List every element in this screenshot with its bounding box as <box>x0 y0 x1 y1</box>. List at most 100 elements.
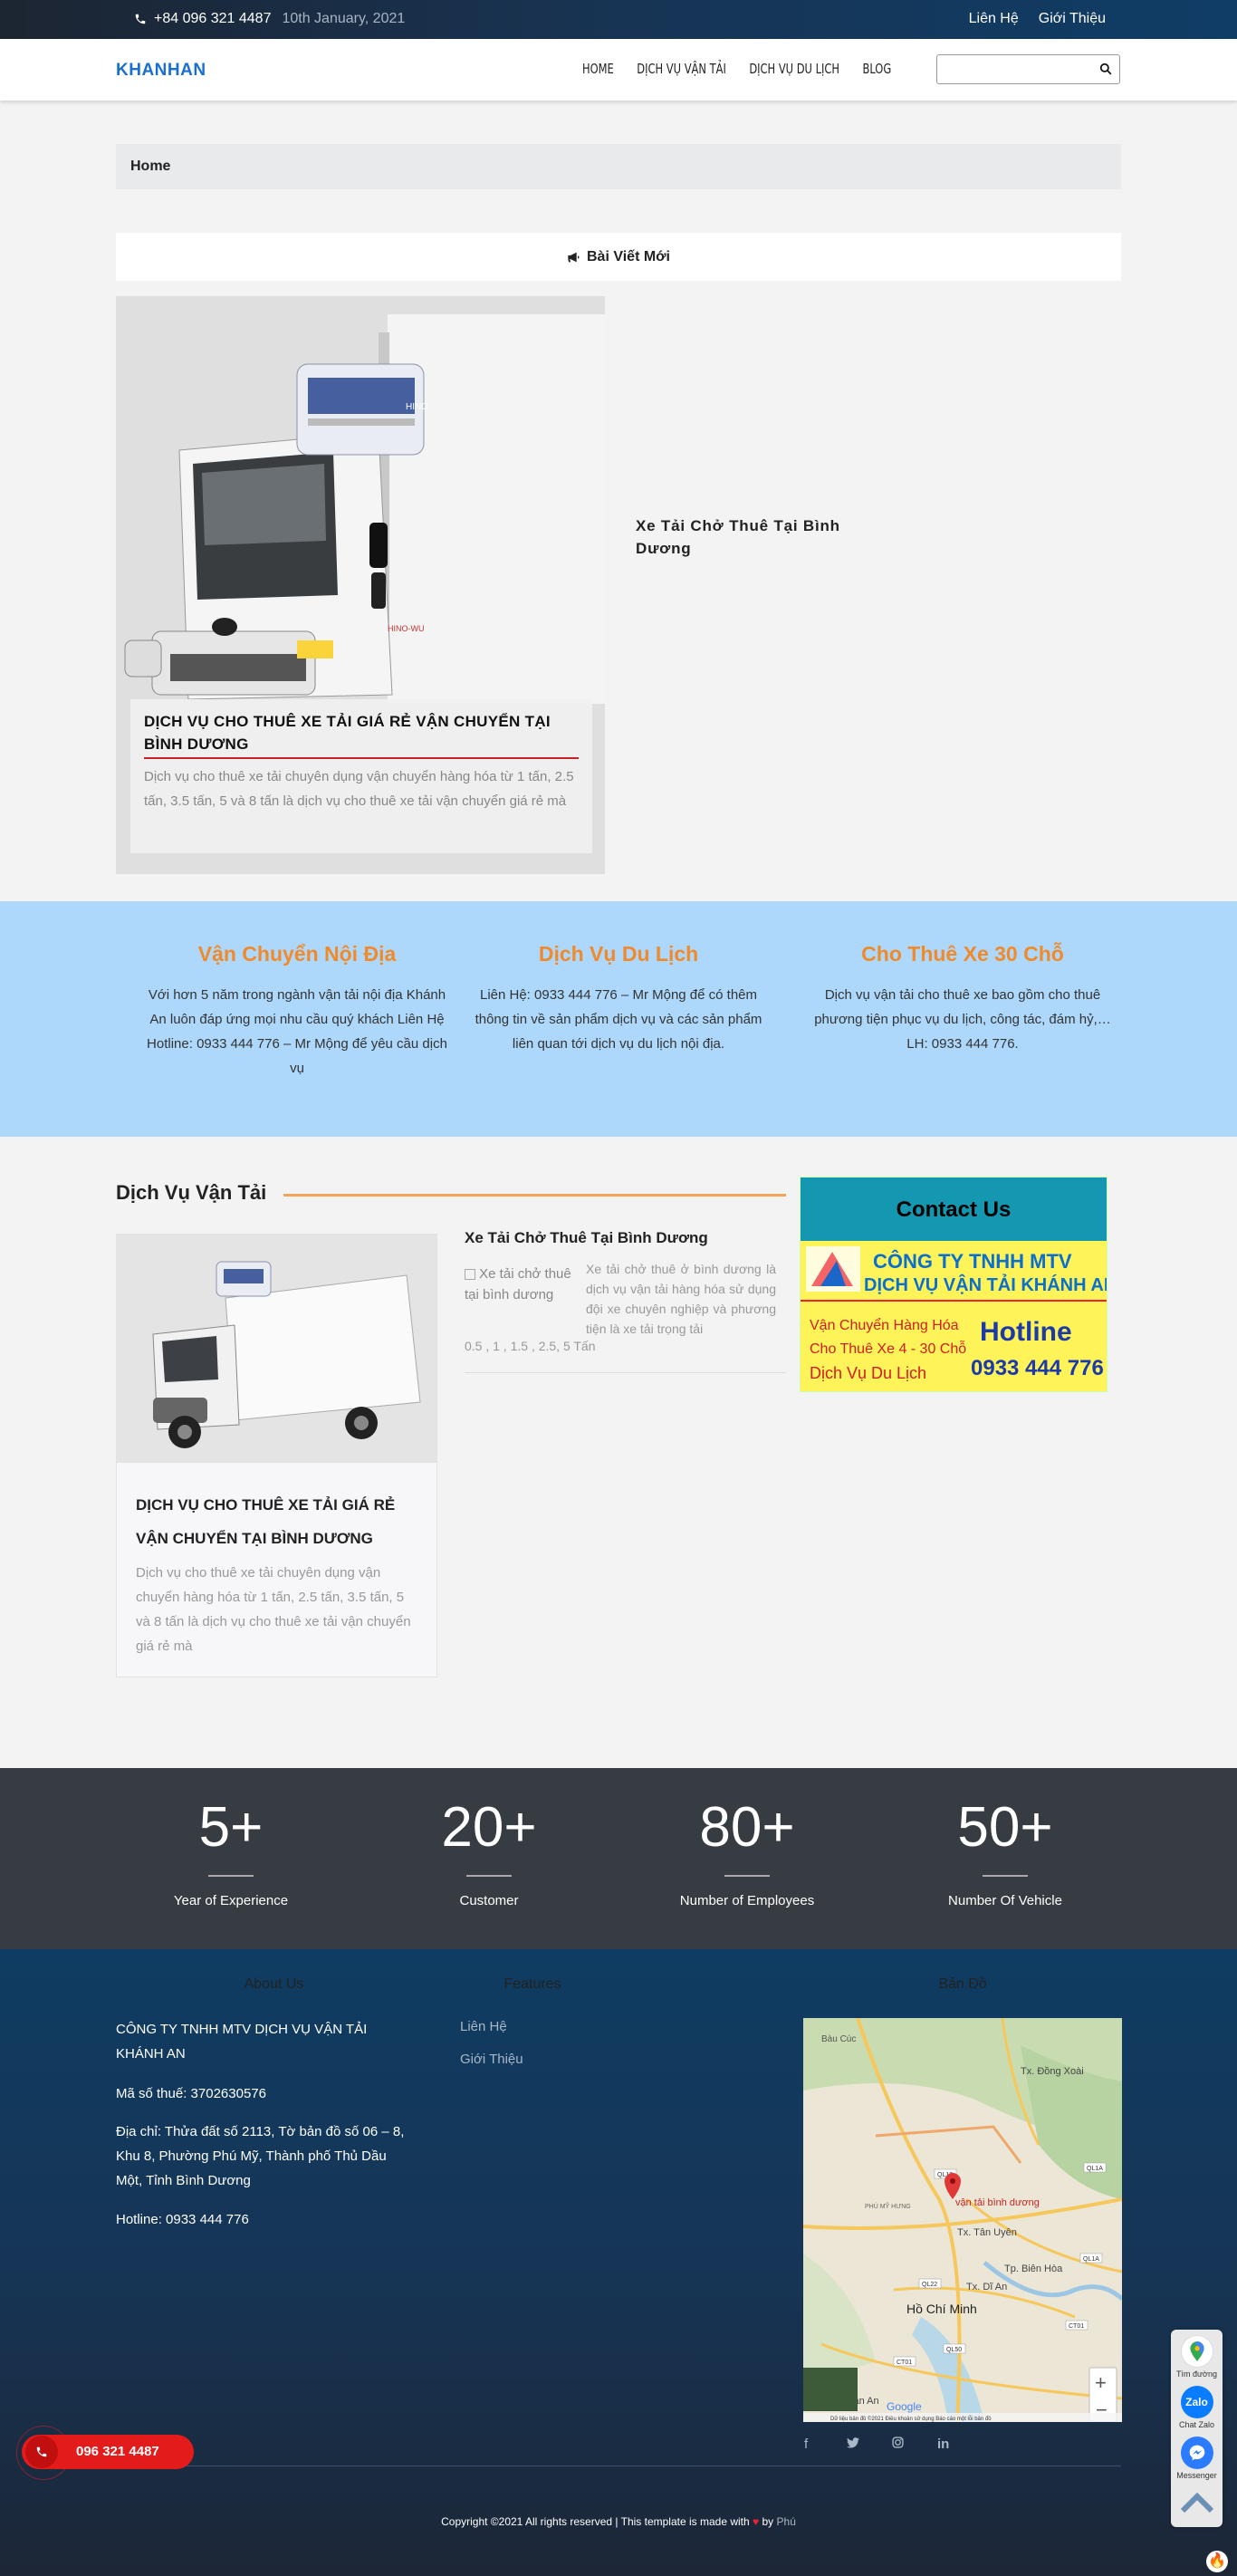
zalo-logo-text: Zalo <box>1185 2396 1208 2408</box>
nav-item-blog[interactable]: BLOG <box>863 61 892 77</box>
topbar-phone[interactable]: +84 096 321 4487 10th January, 2021 <box>134 11 405 27</box>
footer-link-contact[interactable]: Liên Hệ <box>460 2019 507 2034</box>
featured-title[interactable]: DỊCH VỤ CHO THUÊ XE TẢI GIÁ RẺ VẬN CHUYỂ… <box>144 710 579 759</box>
service-text: Dịch vụ vận tải cho thuê xe bao gồm cho … <box>814 987 1111 1052</box>
mini-post-title[interactable]: Xe Tải Chở Thuê Tại Bình Dương <box>465 1229 708 1247</box>
map-label-tanuyen: Tx. Tân Uyên <box>957 2227 1017 2238</box>
chevron-up-icon <box>1180 2492 1213 2514</box>
service-title[interactable]: Dịch Vụ Du Lịch <box>465 942 772 966</box>
mini-post-excerpt-end: 0.5 , 1 , 1.5 , 2.5, 5 Tấn <box>465 1339 596 1353</box>
featured-caption: DỊCH VỤ CHO THUÊ XE TẢI GIÁ RẺ VẬN CHUYỂ… <box>130 699 592 853</box>
linkedin-icon[interactable]: in <box>937 2437 949 2452</box>
svg-text:+: + <box>1095 2371 1107 2394</box>
google-logo: Google <box>887 2400 922 2413</box>
banner-hotline-label: Hotline <box>980 1317 1072 1347</box>
truck-brand: HINO-WU <box>388 624 425 633</box>
search-input[interactable] <box>936 54 1120 84</box>
service-text: Liên Hệ: 0933 444 776 – Mr Mộng để có th… <box>475 987 762 1052</box>
google-map[interactable]: Bàu Cúc Tx. Đồng Xoài PHÚ MỸ HƯNG vận tả… <box>803 2018 1122 2422</box>
maps-button[interactable]: Tìm đường <box>1171 2335 1223 2379</box>
copyright-by: by <box>762 2515 774 2528</box>
zalo-label: Chat Zalo <box>1178 2420 1215 2429</box>
service-text: Với hơn 5 năm trong ngành vận tải nội đị… <box>147 987 447 1076</box>
stat-experience: 5+ Year of Experience <box>95 1792 367 1908</box>
floating-contact-bar: Tìm đường Zalo Chat Zalo Messenger <box>1171 2330 1223 2527</box>
breadcrumb-home[interactable]: Home <box>130 159 170 174</box>
search-icon[interactable] <box>1099 62 1112 80</box>
footer-tax: Mã số thuế: 3702630576 <box>116 2086 266 2101</box>
top-bar: +84 096 321 4487 10th January, 2021 Liên… <box>0 0 1237 39</box>
company-banner: CÔNG TY TNHH MTV DỊCH VỤ VẬN TẢI KHÁNH A… <box>801 1241 1107 1391</box>
messenger-label: Messenger <box>1176 2471 1217 2480</box>
featured-excerpt: Dịch vụ cho thuê xe tải chuyên dụng vận … <box>144 769 574 809</box>
stat-value: 20+ <box>441 1796 537 1859</box>
footer-company: CÔNG TY TNHH MTV DỊCH VỤ VẬN TẢI KHÁNH A… <box>116 2022 368 2062</box>
google-maps-icon <box>1180 2335 1213 2368</box>
scroll-top-button[interactable] <box>1171 2491 1223 2518</box>
mini-post-image[interactable]: Xe tải chở thuê tại bình dương <box>465 1264 578 1336</box>
featured-post[interactable]: HINO HINO-WU DỊCH VỤ CHO THUÊ XE TẢI GIÁ… <box>116 296 605 874</box>
twitter-icon[interactable] <box>847 2437 859 2452</box>
svg-text:HINO: HINO <box>406 402 428 412</box>
site-logo[interactable]: KHANHAN <box>116 61 206 81</box>
main-nav: KHANHAN HOME DỊCH VỤ VẬN TẢI DỊCH VỤ DU … <box>0 39 1237 101</box>
nav-item-travel[interactable]: DỊCH VỤ DU LỊCH <box>749 61 839 77</box>
phone-icon <box>25 2436 58 2468</box>
service-title[interactable]: Vận Chuyển Nội Địa <box>143 942 451 966</box>
service-travel: Dịch Vụ Du Lịch Liên Hệ: 0933 444 776 – … <box>465 942 772 1056</box>
section-divider <box>283 1194 786 1197</box>
stat-label: Number Of Vehicle <box>948 1893 1062 1908</box>
footer-heading-about: About Us <box>244 1976 304 1992</box>
stat-divider <box>983 1875 1028 1877</box>
side-post-link[interactable]: Xe Tải Chở Thuê Tại Bình Dương <box>636 514 853 560</box>
map-road-label: QL50 <box>946 2347 962 2353</box>
nav-menu: HOME DỊCH VỤ VẬN TẢI DỊCH VỤ DU LỊCH BLO… <box>582 61 891 77</box>
banner-service1: Vận Chuyển Hàng Hóa <box>810 1317 959 1333</box>
nav-item-transport[interactable]: DỊCH VỤ VẬN TẢI <box>637 61 726 77</box>
facebook-icon[interactable]: f <box>804 2437 808 2452</box>
map-canvas: Bàu Cúc Tx. Đồng Xoài PHÚ MỸ HƯNG vận tả… <box>803 2018 1122 2422</box>
stat-divider <box>724 1875 770 1877</box>
map-label-dian: Tx. Dĩ An <box>966 2282 1007 2292</box>
footer-heading-map: Bản Đồ <box>938 1976 987 1992</box>
maps-label: Tìm đường <box>1176 2369 1217 2379</box>
post-card-title[interactable]: DỊCH VỤ CHO THUÊ XE TẢI GIÁ RẺ VẬN CHUYỂ… <box>136 1488 421 1555</box>
stat-employees: 80+ Number of Employees <box>611 1792 883 1908</box>
topbar-link-contact[interactable]: Liên Hệ <box>969 11 1019 27</box>
map-label-dongxoai: Tx. Đồng Xoài <box>1021 2066 1084 2077</box>
mini-post-excerpt: Xe tải chở thuê ở bình dương là dịch vụ … <box>586 1262 776 1336</box>
nav-item-home[interactable]: HOME <box>582 61 614 77</box>
map-label-bienhoa: Tp. Biên Hòa <box>1004 2264 1063 2274</box>
post-card-excerpt: Dịch vụ cho thuê xe tải chuyên dụng vận … <box>136 1565 411 1654</box>
zalo-icon: Zalo <box>1180 2386 1213 2418</box>
stat-divider <box>466 1875 512 1877</box>
footer-link-about[interactable]: Giới Thiệu <box>460 2052 523 2067</box>
megaphone-icon <box>568 252 580 262</box>
topbar-link-about[interactable]: Giới Thiệu <box>1039 11 1106 27</box>
stat-value: 50+ <box>957 1796 1053 1859</box>
instagram-icon[interactable] <box>892 2437 904 2452</box>
map-label-baucuc: Bàu Cúc <box>821 2034 856 2044</box>
post-card[interactable]: DỊCH VỤ CHO THUÊ XE TẢI GIÁ RẺ VẬN CHUYỂ… <box>116 1234 437 1677</box>
stat-label: Customer <box>459 1893 519 1908</box>
floating-call-button[interactable]: 096 321 4487 <box>16 2426 194 2480</box>
zalo-button[interactable]: Zalo Chat Zalo <box>1171 2386 1223 2429</box>
mini-post-image-alt: Xe tải chở thuê tại bình dương <box>465 1266 571 1302</box>
fire-icon[interactable]: 🔥 <box>1206 2551 1228 2572</box>
map-road-label: CT01 <box>897 2360 912 2366</box>
messenger-button[interactable]: Messenger <box>1171 2437 1223 2480</box>
service-title[interactable]: Cho Thuê Xe 30 Chỗ <box>809 942 1117 966</box>
new-posts-header: Bài Viết Mới <box>116 233 1121 281</box>
stat-value: 5+ <box>198 1796 264 1859</box>
banner-line2: DỊCH VỤ VẬN TẢI KHÁNH AN <box>864 1274 1107 1295</box>
contact-banner[interactable]: CÔNG TY TNHH MTV DỊCH VỤ VẬN TẢI KHÁNH A… <box>801 1241 1107 1391</box>
heart-icon: ♥ <box>753 2515 760 2528</box>
stat-vehicles: 50+ Number Of Vehicle <box>869 1792 1141 1908</box>
banner-hotline: 0933 444 776 <box>971 1356 1104 1380</box>
footer-hotline: Hotline: 0933 444 776 <box>116 2212 249 2227</box>
contact-widget[interactable]: Contact Us CÔNG TY TNHH MTV DỊCH VỤ VẬN … <box>800 1177 1108 1392</box>
banner-service3: Dịch Vụ Du Lịch <box>810 1364 926 1382</box>
call-number: 096 321 4487 <box>76 2444 159 2459</box>
service-domestic: Vận Chuyển Nội Địa Với hơn 5 năm trong n… <box>143 942 451 1081</box>
author-link[interactable]: Phú <box>777 2515 796 2528</box>
